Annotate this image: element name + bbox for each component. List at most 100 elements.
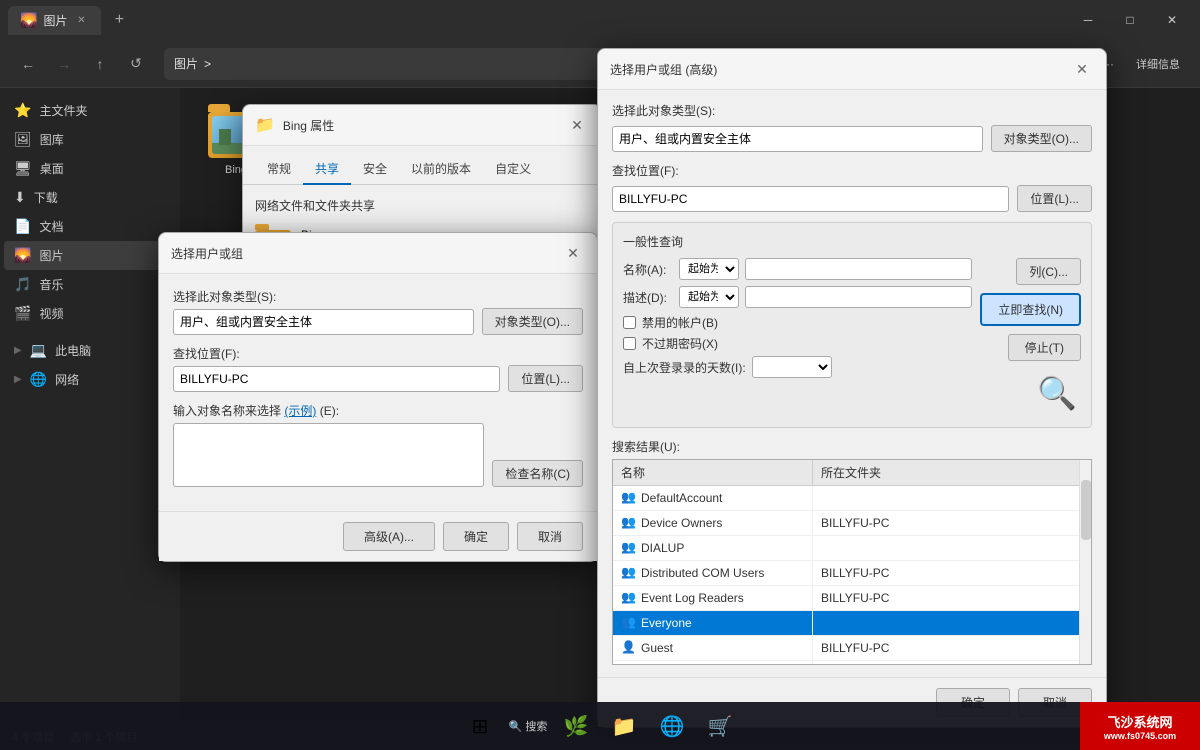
stop-btn[interactable]: 停止(T) xyxy=(1008,334,1081,361)
result-row-eventlog[interactable]: 👥 Event Log Readers BILLYFU-PC xyxy=(613,586,1079,611)
non-expiring-checkbox[interactable] xyxy=(623,337,636,350)
title-bar: 🌄 图片 ✕ + ─ □ ✕ xyxy=(0,0,1200,40)
sidebar-item-music[interactable]: 🎵 音乐 xyxy=(4,270,176,299)
taskbar-app4[interactable]: 🛒 xyxy=(700,706,740,746)
detail-btn[interactable]: 详细信息 xyxy=(1128,48,1188,80)
desktop-icon: 🖥 xyxy=(14,160,32,177)
days-label: 自上次登录录的天数(I): xyxy=(623,359,746,376)
disabled-accounts-checkbox[interactable] xyxy=(623,316,636,329)
days-select[interactable] xyxy=(752,356,832,378)
adv-location-btn[interactable]: 位置(L)... xyxy=(1017,185,1092,212)
start-btn[interactable]: ⊞ xyxy=(460,706,500,746)
computer-icon: 💻 xyxy=(30,342,47,359)
sidebar-item-gallery[interactable]: 🖼 图库 xyxy=(4,125,176,154)
result-row-everyone[interactable]: 👥 Everyone xyxy=(613,611,1079,636)
taskbar-app1[interactable]: 🌿 xyxy=(556,706,596,746)
adv-object-type-btn[interactable]: 对象类型(O)... xyxy=(991,125,1092,152)
search-btn[interactable]: 🔍 搜索 xyxy=(508,706,548,746)
example-link[interactable]: (示例) xyxy=(284,404,316,418)
documents-icon: 📄 xyxy=(14,218,31,235)
general-query-title: 一般性查询 xyxy=(623,233,1081,250)
select-user-title: 选择用户或组 xyxy=(171,245,561,262)
close-btn[interactable]: ✕ xyxy=(1152,6,1192,34)
name-label: 名称(A): xyxy=(623,261,673,278)
cancel-btn[interactable]: 取消 xyxy=(517,522,583,551)
minimize-btn[interactable]: ─ xyxy=(1068,6,1108,34)
results-label: 搜索结果(U): xyxy=(612,438,1092,455)
object-type-btn[interactable]: 对象类型(O)... xyxy=(482,308,583,335)
sidebar-label-network: 网络 xyxy=(55,371,79,388)
ok-btn[interactable]: 确定 xyxy=(443,522,509,551)
user-group-icon: 👥 xyxy=(621,490,637,506)
taskbar-app2[interactable]: 📁 xyxy=(604,706,644,746)
col-btn[interactable]: 列(C)... xyxy=(1016,258,1081,285)
sidebar-item-desktop[interactable]: 🖥 桌面 xyxy=(4,154,176,183)
home-icon: ⭐ xyxy=(14,102,31,119)
sidebar-label-desktop: 桌面 xyxy=(40,160,64,177)
result-row-dialup[interactable]: 👥 DIALUP xyxy=(613,536,1079,561)
result-row-guest[interactable]: 👤 Guest BILLYFU-PC xyxy=(613,636,1079,661)
tab-close-btn[interactable]: ✕ xyxy=(73,12,89,28)
taskbar-bar: ⊞ 🔍 搜索 🌿 📁 🌐 🛒 ▲ 中 飞沙系统网 www.fs0745.com xyxy=(0,702,1200,750)
result-name-dialup: 👥 DIALUP xyxy=(613,536,813,560)
sidebar-item-videos[interactable]: 🎬 视频 xyxy=(4,299,176,328)
result-name-deviceowners: 👥 Device Owners xyxy=(613,511,813,535)
tab-share[interactable]: 共享 xyxy=(303,154,351,185)
desc-select[interactable]: 起始为 xyxy=(679,286,739,308)
sidebar-label-pictures: 图片 xyxy=(39,247,63,264)
result-row-distributedcom[interactable]: 👥 Distributed COM Users BILLYFU-PC xyxy=(613,561,1079,586)
adv-object-type-row: 用户、组或内置安全主体 对象类型(O)... xyxy=(612,125,1092,152)
result-location-dialup xyxy=(813,536,1079,560)
result-row-deviceowners[interactable]: 👥 Device Owners BILLYFU-PC xyxy=(613,511,1079,536)
select-user-title-bar: 选择用户或组 ✕ xyxy=(159,233,597,274)
taskbar-app3[interactable]: 🌐 xyxy=(652,706,692,746)
sidebar-item-home[interactable]: ⭐ 主文件夹 xyxy=(4,96,176,125)
bing-dialog-close[interactable]: ✕ xyxy=(565,113,589,137)
results-scrollbar[interactable] xyxy=(1079,460,1091,664)
advanced-title-bar: 选择用户或组 (高级) ✕ xyxy=(598,49,1106,90)
sidebar-item-documents[interactable]: 📄 文档 xyxy=(4,212,176,241)
forward-btn[interactable]: → xyxy=(48,48,80,80)
advanced-close-btn[interactable]: ✕ xyxy=(1070,57,1094,81)
enter-textarea[interactable] xyxy=(173,423,484,487)
sidebar-item-downloads[interactable]: ⬇ 下载 xyxy=(4,183,176,212)
user-group-icon: 👥 xyxy=(621,515,637,531)
back-btn[interactable]: ← xyxy=(12,48,44,80)
adv-location-value: BILLYFU-PC xyxy=(612,186,1009,212)
results-header: 名称 所在文件夹 xyxy=(613,460,1079,486)
maximize-btn[interactable]: □ xyxy=(1110,6,1150,34)
search-now-btn[interactable]: 立即查找(N) xyxy=(980,293,1081,326)
result-row-guests[interactable]: 👥 Guests BILLYFU-PC xyxy=(613,661,1079,664)
sidebar-item-computer[interactable]: ▶ 💻 此电脑 xyxy=(4,336,176,365)
desc-input[interactable] xyxy=(745,286,972,308)
result-row-defaultaccount[interactable]: 👥 DefaultAccount xyxy=(613,486,1079,511)
sidebar-item-pictures[interactable]: 🌄 图片 xyxy=(4,241,176,270)
select-user-advanced-dialog: 选择用户或组 (高级) ✕ 选择此对象类型(S): 用户、组或内置安全主体 对象… xyxy=(597,48,1107,728)
tab-general[interactable]: 常规 xyxy=(255,154,303,185)
select-user-footer: 高级(A)... 确定 取消 xyxy=(159,511,597,561)
name-input[interactable] xyxy=(745,258,972,280)
tab-title: 图片 xyxy=(43,12,67,29)
tab-security[interactable]: 安全 xyxy=(351,154,399,185)
object-type-label: 选择此对象类型(S): xyxy=(173,288,583,305)
check-name-btn[interactable]: 检查名称(C) xyxy=(492,460,583,487)
tab-previous[interactable]: 以前的版本 xyxy=(399,154,483,185)
advanced-btn[interactable]: 高级(A)... xyxy=(343,522,435,551)
address-text: 图片 xyxy=(174,55,198,72)
select-user-dialog: 选择用户或组 ✕ 选择此对象类型(S): 用户、组或内置安全主体 对象类型(O)… xyxy=(158,232,598,562)
refresh-btn[interactable]: ↺ xyxy=(120,48,152,80)
sidebar-label-computer: 此电脑 xyxy=(55,342,91,359)
select-user-close[interactable]: ✕ xyxy=(561,241,585,265)
location-row: BILLYFU-PC 位置(L)... xyxy=(173,365,583,392)
sidebar-item-network[interactable]: ▶ 🌐 网络 xyxy=(4,365,176,394)
advanced-body: 选择此对象类型(S): 用户、组或内置安全主体 对象类型(O)... 查找位置(… xyxy=(598,90,1106,677)
name-select[interactable]: 起始为 xyxy=(679,258,739,280)
scrollbar-thumb xyxy=(1081,480,1091,540)
computer-expand-icon: ▶ xyxy=(14,345,22,356)
new-tab-btn[interactable]: + xyxy=(105,6,133,34)
location-btn[interactable]: 位置(L)... xyxy=(508,365,583,392)
up-btn[interactable]: ↑ xyxy=(84,48,116,80)
explorer-tab[interactable]: 🌄 图片 ✕ xyxy=(8,6,101,35)
bing-dialog-title-bar: 📁 Bing 属性 ✕ xyxy=(243,105,601,146)
tab-custom[interactable]: 自定义 xyxy=(483,154,543,185)
